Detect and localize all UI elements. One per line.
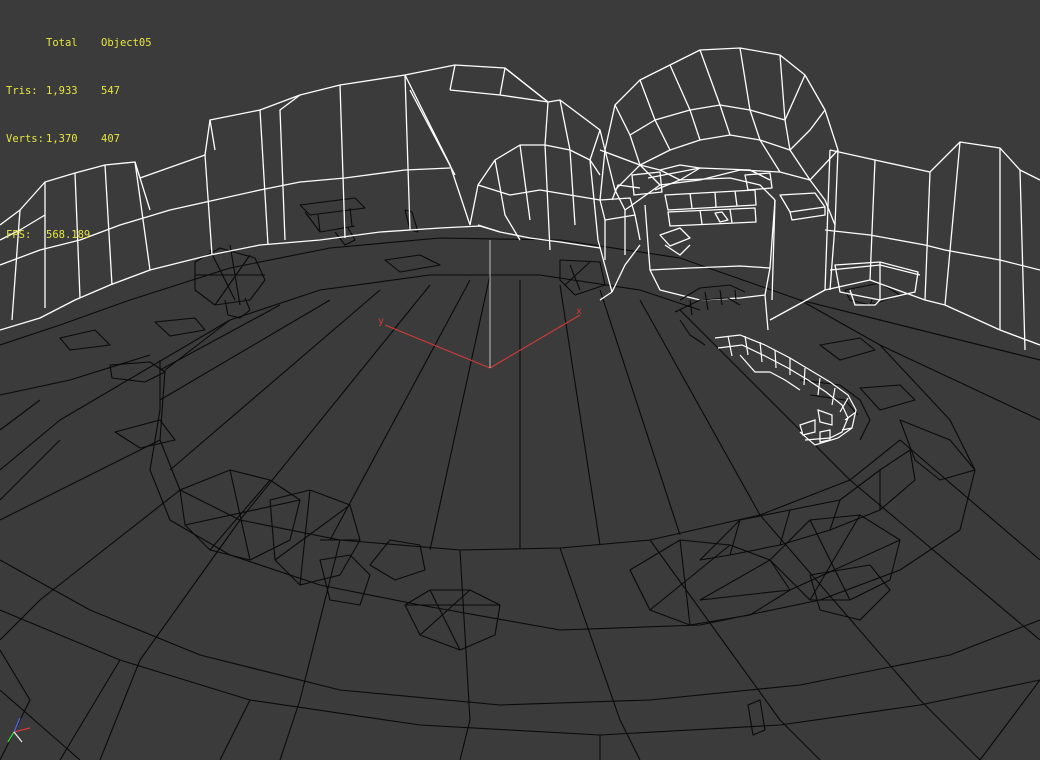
fps-value: 568.189 — [46, 229, 91, 241]
tris-object: 547 — [101, 85, 120, 97]
y-axis-label: y — [378, 316, 384, 327]
viewport-statistics: Total Object05 Tris: 1,933 547 Verts: 1,… — [6, 3, 161, 275]
verts-object: 407 — [101, 133, 120, 145]
x-axis-line — [489, 314, 581, 369]
fps-label: FPS: — [6, 229, 32, 241]
stats-tris-row: Tris: 1,933 547 — [6, 83, 161, 99]
verts-total: 1,370 — [46, 133, 78, 145]
stats-header-row: Total Object05 — [6, 35, 161, 51]
stats-header-object: Object05 — [101, 37, 152, 49]
stats-verts-row: Verts: 1,370 407 — [6, 131, 161, 147]
terrain-wireframe — [0, 197, 1040, 760]
winding-stairs — [714, 334, 857, 446]
winding-stairs-base — [674, 284, 871, 441]
tris-label: Tris: — [6, 85, 38, 97]
verts-label: Verts: — [6, 133, 44, 145]
x-axis-label: x — [576, 306, 582, 317]
stats-fps-row: FPS: 568.189 — [6, 227, 161, 243]
stats-header-total: Total — [46, 37, 78, 49]
tris-total: 1,933 — [46, 85, 78, 97]
3d-viewport[interactable]: y x Total Object05 Tris: 1,933 547 Verts… — [0, 0, 1040, 760]
